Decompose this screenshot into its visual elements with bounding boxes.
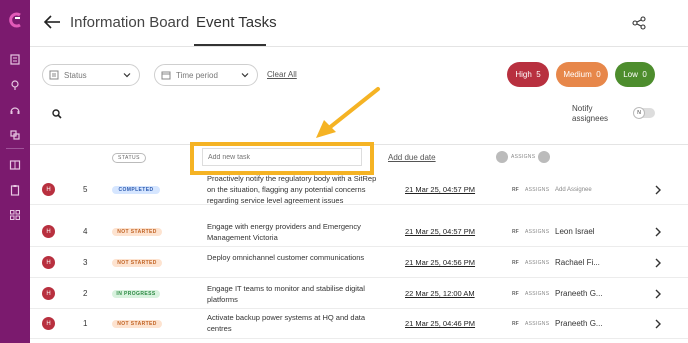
annotation-highlight-box [190,142,374,175]
book-icon[interactable] [8,158,22,172]
share-icon[interactable] [632,16,646,30]
building-icon[interactable] [8,52,22,66]
rf-tag: RF [512,260,519,266]
assigns-label: ASSIGNS [525,260,550,266]
sidebar [0,0,30,343]
status-filter-select[interactable]: Status [42,64,140,86]
due-date[interactable]: 21 Mar 25, 04:57 PM [405,227,475,236]
status-badge: NOT STARTED [112,259,162,267]
back-arrow-icon[interactable] [42,12,62,32]
calendar-icon [161,71,171,80]
assignee-name[interactable]: Praneeth G... [555,319,603,328]
clipboard-icon[interactable] [8,183,22,197]
clear-all-link[interactable]: Clear All [267,70,297,79]
status-filter-label: Status [64,70,87,80]
chevron-right-icon[interactable] [653,288,663,300]
priority-high-filter[interactable]: High 5 [507,62,549,87]
priority-badge: H [42,287,55,300]
task-description: Engage with energy providers and Emergen… [207,222,361,242]
assigns-label: ASSIGNS [525,321,550,327]
priority-low-filter[interactable]: Low 0 [615,62,655,87]
priority-high-label: High [515,70,532,79]
task-row[interactable]: H 1 NOT STARTED Activate backup power sy… [30,309,688,339]
status-column-header: STATUS [112,153,146,163]
time-period-filter-select[interactable]: Time period [154,64,258,86]
avatar [496,151,508,163]
priority-low-label: Low [623,70,638,79]
priority-high-count: 5 [536,70,541,79]
task-description: Activate backup power systems at HQ and … [207,313,365,333]
task-description: Deploy omnichannel customer communicatio… [207,253,365,262]
sidebar-divider [6,148,24,149]
assigns-label: ASSIGNS [525,229,550,235]
search-icon[interactable] [52,109,62,119]
time-period-filter-label: Time period [176,70,218,80]
task-row[interactable]: H 3 NOT STARTED Deploy omnichannel custo… [30,248,688,278]
rf-tag: RF [512,229,519,235]
priority-low-count: 0 [642,70,647,79]
due-date[interactable]: 22 Mar 25, 12:00 AM [405,289,475,298]
main-panel: Information Board Event Tasks Status Tim… [30,0,688,343]
due-date[interactable]: 21 Mar 25, 04:56 PM [405,258,475,267]
task-number: 4 [83,227,88,236]
status-badge: NOT STARTED [112,228,162,236]
rf-tag: RF [512,291,519,297]
add-due-date-link[interactable]: Add due date [388,153,436,162]
task-description: Proactively notify the regulatory body w… [207,174,377,205]
priority-medium-label: Medium [563,70,592,79]
task-description: Engage IT teams to monitor and stabilise… [207,284,365,304]
due-date[interactable]: 21 Mar 25, 04:57 PM [405,185,475,194]
chevron-right-icon[interactable] [653,184,663,196]
status-badge: COMPLETED [112,186,160,194]
breadcrumb-information-board[interactable]: Information Board [70,14,189,31]
priority-badge: H [42,317,55,330]
add-assignee-button[interactable]: Add Assignee [555,187,592,193]
chevron-right-icon[interactable] [653,318,663,330]
assigns-label: ASSIGNS [525,291,550,297]
task-row[interactable]: H 5 COMPLETED Proactively notify the reg… [30,174,688,205]
chevron-down-icon [241,73,249,78]
task-row[interactable]: H 4 NOT STARTED Engage with energy provi… [30,217,688,247]
rf-tag: RF [512,187,519,193]
chevron-right-icon[interactable] [653,226,663,238]
priority-badge: H [42,225,55,238]
task-number: 1 [83,319,88,328]
headset-icon[interactable] [8,103,22,117]
priority-medium-filter[interactable]: Medium 0 [556,62,608,87]
status-badge: NOT STARTED [112,320,162,328]
location-icon[interactable] [8,78,22,92]
header-divider [30,46,688,47]
task-row[interactable]: H 2 IN PROGRESS Engage IT teams to monit… [30,279,688,309]
rf-tag: RF [512,321,519,327]
notify-assignees-toggle[interactable]: N [633,107,655,119]
task-number: 2 [83,289,88,298]
assigns-column-header[interactable]: ASSIGNS [493,150,553,164]
status-badge: IN PROGRESS [112,290,160,298]
filter-list-icon [49,70,59,80]
assignee-name[interactable]: Rachael Fi... [555,258,600,267]
apps-icon[interactable] [8,208,22,222]
avatar [538,151,551,163]
assigns-header-label: ASSIGNS [511,154,536,160]
due-date[interactable]: 21 Mar 25, 04:46 PM [405,319,475,328]
app-logo-icon[interactable] [7,12,23,28]
priority-badge: H [42,256,55,269]
tab-event-tasks[interactable]: Event Tasks [196,14,277,31]
chevron-down-icon [123,73,131,78]
assigns-label: ASSIGNS [525,187,550,193]
task-number: 5 [83,185,88,194]
annotation-arrow-icon [316,87,380,138]
priority-badge: H [42,183,55,196]
assignee-name[interactable]: Leon Israel [555,227,595,236]
puzzle-icon[interactable] [8,128,22,142]
chevron-right-icon[interactable] [653,257,663,269]
priority-medium-count: 0 [596,70,601,79]
toggle-knob: N [633,107,645,119]
notify-assignees-label: Notify assignees [572,104,609,123]
assignee-name[interactable]: Praneeth G... [555,289,603,298]
task-number: 3 [83,258,88,267]
